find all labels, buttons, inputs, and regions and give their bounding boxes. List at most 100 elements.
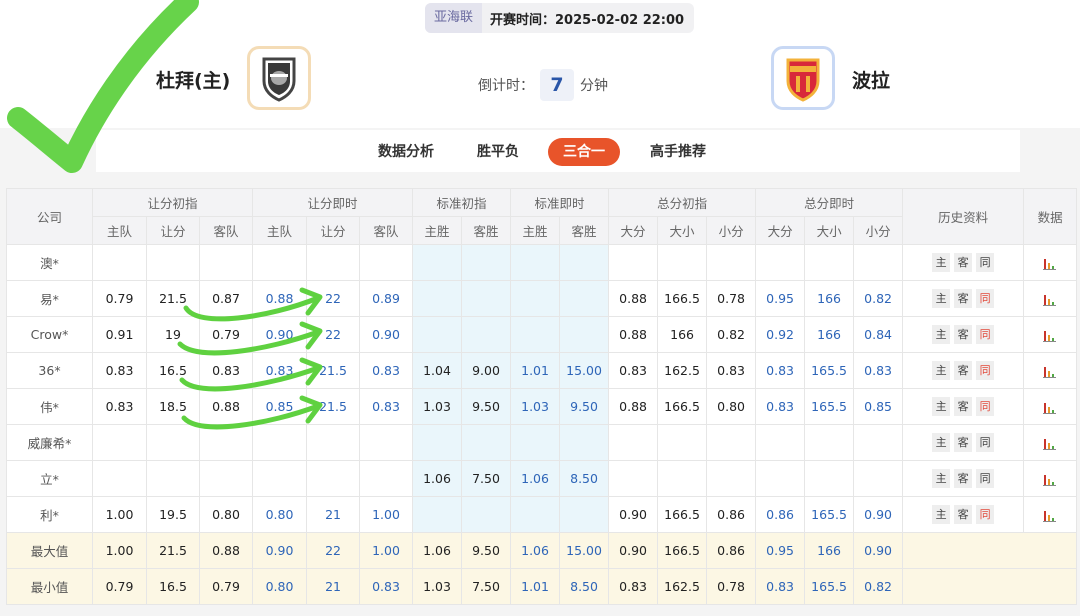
history-same-button[interactable]: 同: [976, 325, 995, 344]
history-home-button[interactable]: 主: [932, 433, 951, 452]
table-row[interactable]: 威廉希* 主客同: [6, 424, 1078, 461]
history-away-button[interactable]: 客: [954, 469, 973, 488]
odds-cell: [198, 424, 254, 461]
table-row[interactable]: 36* 0.83 16.5 0.83 0.83 21.5 0.83 1.04 9.00 1.01 1…: [6, 352, 1078, 389]
data-chart-button[interactable]: [1023, 424, 1078, 461]
odds-cell: 162.5: [657, 352, 708, 389]
table-row[interactable]: 利* 1.00 19.5 0.80 0.80 21 1.00 0.90 166.5 0.86 0.8…: [6, 496, 1078, 533]
company-name[interactable]: 伟*: [6, 388, 93, 425]
history-same-button[interactable]: 同: [976, 253, 995, 272]
odds-cell: 0.90: [853, 496, 904, 533]
history-away-button[interactable]: 客: [954, 289, 973, 308]
history-away-button[interactable]: 客: [954, 361, 973, 380]
tab-win-draw-lose[interactable]: 胜平负: [472, 138, 524, 166]
summary-cell: 0.95: [755, 532, 806, 569]
countdown-value: 7: [540, 69, 574, 101]
odds-cell: 0.83: [92, 388, 147, 425]
company-name[interactable]: 澳*: [6, 244, 93, 281]
history-away-button[interactable]: 客: [954, 505, 973, 524]
sub-header: 主胜: [510, 216, 561, 245]
company-name[interactable]: Crow*: [6, 316, 93, 353]
table-row[interactable]: 澳* 主客同: [6, 244, 1078, 281]
odds-cell: 0.90: [359, 316, 414, 353]
odds-cell: 9.00: [461, 352, 512, 389]
bar-chart-icon: [1043, 258, 1057, 270]
group-header: 总分初指: [608, 188, 757, 217]
group-header: 让分即时: [252, 188, 414, 217]
company-name[interactable]: 威廉希*: [6, 424, 93, 461]
company-name[interactable]: 36*: [6, 352, 93, 389]
data-chart-button[interactable]: [1023, 244, 1078, 281]
away-team-name[interactable]: 波拉: [852, 66, 890, 93]
odds-cell: 0.83: [359, 352, 414, 389]
data-chart-button[interactable]: [1023, 496, 1078, 533]
history-same-button[interactable]: 同: [976, 289, 995, 308]
summary-cell: 162.5: [657, 568, 708, 605]
history-home-button[interactable]: 主: [932, 325, 951, 344]
history-same-button[interactable]: 同: [976, 505, 995, 524]
table-row[interactable]: 易* 0.79 21.5 0.87 0.88 22 0.89 0.88 166.5 0.78 0.9…: [6, 280, 1078, 317]
summary-cell: 0.83: [608, 568, 659, 605]
odds-cell: [853, 244, 904, 281]
group-header: 让分初指: [91, 188, 254, 217]
odds-cell: 9.50: [559, 388, 610, 425]
sub-header: 小分: [853, 216, 904, 245]
tab-three-in-one[interactable]: 三合一: [548, 138, 620, 166]
summary-row: 最大值 1.00 21.5 0.88 0.90 22 1.00 1.06 9.50 1.06 15.…: [6, 532, 1078, 569]
countdown-unit: 分钟: [580, 78, 608, 94]
company-name[interactable]: 易*: [6, 280, 93, 317]
odds-cell: 0.89: [359, 280, 414, 317]
table-row[interactable]: 立* 1.06 7.50 1.06 8.50 主客同: [6, 460, 1078, 497]
summary-label: 最大值: [6, 532, 93, 569]
odds-table: 公司 让分初指 让分即时 标准初指 标准即时 总分初指 总分即时 历史资料 数据…: [6, 188, 1078, 605]
odds-cell: 165.5: [804, 496, 855, 533]
league-badge[interactable]: 亚海联: [425, 3, 483, 33]
away-team-logo-icon[interactable]: [771, 46, 835, 110]
home-team-logo-icon[interactable]: [247, 46, 311, 110]
odds-cell: 22: [306, 280, 361, 317]
data-chart-button[interactable]: [1023, 388, 1078, 425]
history-away-button[interactable]: 客: [954, 433, 973, 452]
summary-cell: 8.50: [559, 568, 610, 605]
odds-cell: 0.86: [706, 496, 757, 533]
history-home-button[interactable]: 主: [932, 289, 951, 308]
odds-cell: [412, 496, 463, 533]
odds-cell: 0.80: [252, 496, 308, 533]
data-chart-button[interactable]: [1023, 316, 1078, 353]
tab-data-analysis[interactable]: 数据分析: [374, 138, 438, 166]
company-name[interactable]: 立*: [6, 460, 93, 497]
history-home-button[interactable]: 主: [932, 469, 951, 488]
history-same-button[interactable]: 同: [976, 433, 995, 452]
history-home-button[interactable]: 主: [932, 397, 951, 416]
odds-cell: 166: [657, 316, 708, 353]
odds-cell: 0.90: [608, 496, 659, 533]
odds-cell: [146, 244, 200, 281]
group-header: 标准初指: [412, 188, 512, 217]
history-same-button[interactable]: 同: [976, 469, 995, 488]
history-away-button[interactable]: 客: [954, 253, 973, 272]
data-chart-button[interactable]: [1023, 352, 1078, 389]
company-name[interactable]: 利*: [6, 496, 93, 533]
history-home-button[interactable]: 主: [932, 505, 951, 524]
home-team-name[interactable]: 杜拜(主): [156, 66, 230, 93]
table-row[interactable]: 伟* 0.83 18.5 0.88 0.85 21.5 0.83 1.03 9.50 1.03 9.…: [6, 388, 1078, 425]
odds-cell: [657, 460, 708, 497]
history-home-button[interactable]: 主: [932, 361, 951, 380]
table-row[interactable]: Crow* 0.91 19 0.79 0.90 22 0.90 0.88 166 0.82 0.92…: [6, 316, 1078, 353]
history-away-button[interactable]: 客: [954, 325, 973, 344]
odds-cell: 0.87: [198, 280, 254, 317]
sub-header: 大小: [804, 216, 855, 245]
start-time: 开赛时间：2025-02-02 22:00: [490, 12, 685, 28]
data-chart-button[interactable]: [1023, 280, 1078, 317]
data-chart-button[interactable]: [1023, 460, 1078, 497]
match-header: 亚海联 开赛时间：2025-02-02 22:00 杜拜(主) 倒计时： 7 分…: [0, 0, 1080, 128]
history-same-button[interactable]: 同: [976, 397, 995, 416]
summary-cell: 16.5: [146, 568, 200, 605]
tab-expert-picks[interactable]: 高手推荐: [646, 138, 710, 166]
history-same-button[interactable]: 同: [976, 361, 995, 380]
summary-cell: 1.00: [359, 532, 414, 569]
odds-cell: 9.50: [461, 388, 512, 425]
history-home-button[interactable]: 主: [932, 253, 951, 272]
history-away-button[interactable]: 客: [954, 397, 973, 416]
odds-cell: 7.50: [461, 460, 512, 497]
